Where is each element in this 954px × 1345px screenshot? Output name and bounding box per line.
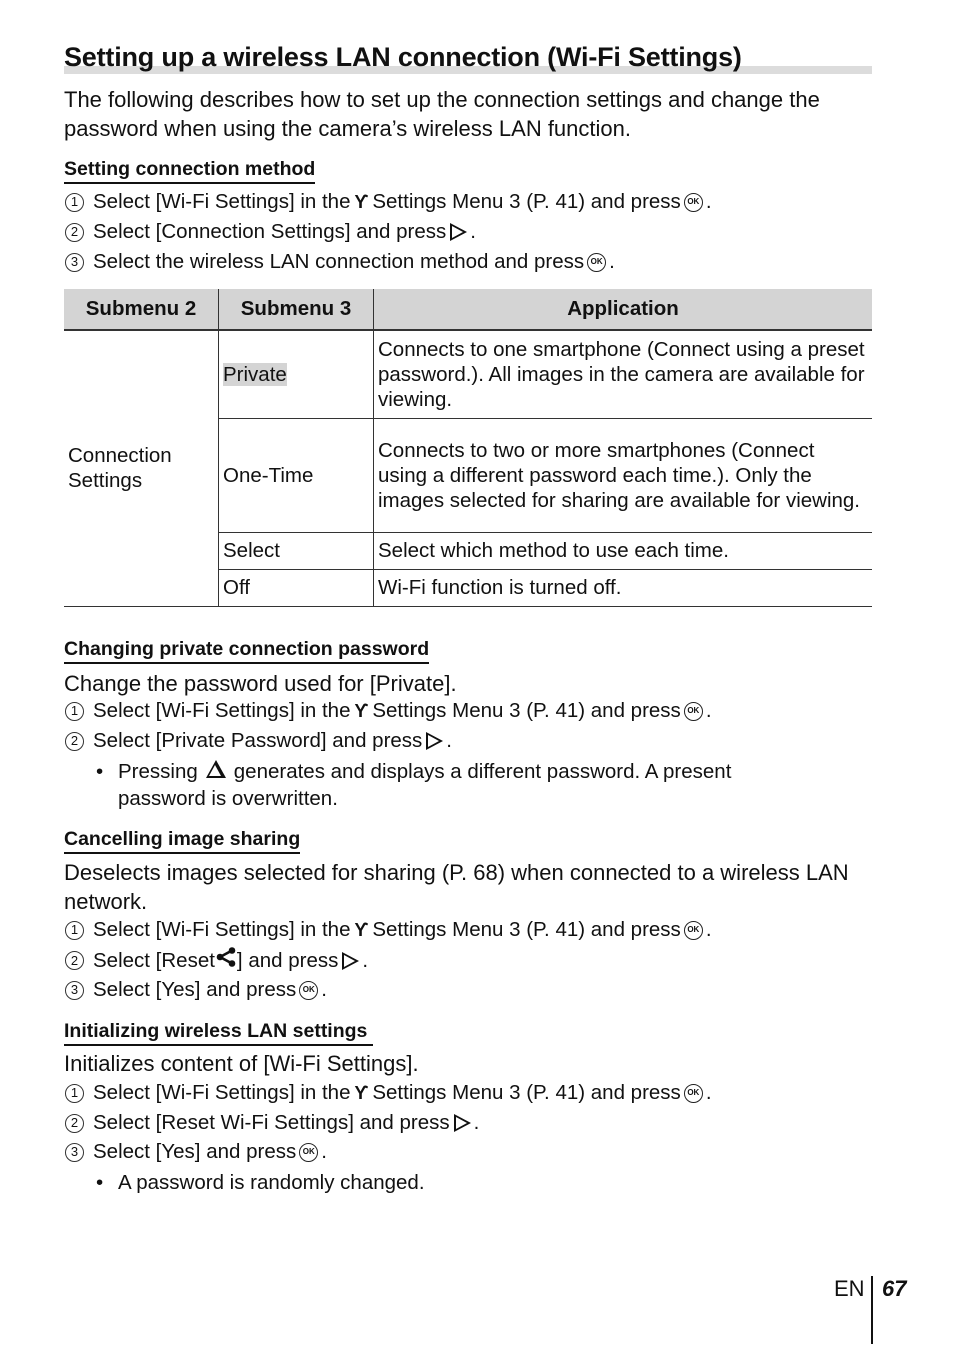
wrench-icon: ϒ xyxy=(354,192,369,212)
ok-button-icon: OK xyxy=(683,1083,703,1103)
step-item: 1 Select [Wi-Fi Settings] in the ϒ Setti… xyxy=(64,917,712,943)
page-number: 67 xyxy=(882,1276,907,1301)
footer-divider xyxy=(871,1276,873,1344)
step-number: 2 xyxy=(65,951,84,970)
column-header: Submenu 2 xyxy=(64,289,219,331)
section-heading-connection-method: Setting connection method xyxy=(64,157,316,184)
step-item: 2 Select [Reset Wi-Fi Settings] and pres… xyxy=(64,1110,479,1136)
table-row: Connection Settings Private Connects to … xyxy=(64,330,872,607)
ok-button-icon: OK xyxy=(299,980,319,1000)
ok-button-icon: OK xyxy=(683,701,703,721)
ok-button-icon: OK xyxy=(683,192,703,212)
application-cell: Select which method to use each time. xyxy=(373,532,872,570)
wrench-icon: ϒ xyxy=(354,920,369,940)
submenu3-cell: One-Time xyxy=(218,418,374,533)
step-number: 1 xyxy=(65,1083,84,1103)
step-item: 1 Select [Wi-Fi Settings] in the ϒ Setti… xyxy=(64,1080,712,1106)
step-number: 3 xyxy=(65,1142,84,1162)
table-header-row: Submenu 2 Submenu 3 Application xyxy=(64,289,872,331)
step-number: 1 xyxy=(65,701,84,721)
step-number: 1 xyxy=(65,192,84,212)
submenu3-cell: Select xyxy=(218,532,374,570)
column-header: Application xyxy=(373,289,872,331)
right-arrow-icon xyxy=(342,951,360,970)
submenu3-cell: Off xyxy=(218,569,374,607)
application-cell: Connects to one smartphone (Connect usin… xyxy=(373,330,872,419)
step-number: 3 xyxy=(65,252,84,272)
section-description: Change the password used for [Private]. xyxy=(64,671,457,696)
language-label: EN xyxy=(834,1276,865,1301)
ok-button-icon: OK xyxy=(299,1142,319,1162)
section-heading-private-password: Changing private connection password xyxy=(64,637,430,664)
section-heading-cancel-sharing: Cancelling image sharing xyxy=(64,827,301,854)
right-arrow-icon xyxy=(453,1114,471,1132)
application-cell: Connects to two or more smartphones (Con… xyxy=(373,418,872,533)
step-item: 1 Select [Wi-Fi Settings] in the ϒ Setti… xyxy=(64,698,712,724)
connection-settings-table: Submenu 2 Submenu 3 Application Connecti… xyxy=(64,289,872,607)
up-arrow-icon xyxy=(205,760,226,778)
wrench-icon: ϒ xyxy=(354,701,369,721)
highlighted-option: Private xyxy=(223,362,287,386)
section-description: Initializes content of [Wi-Fi Settings]. xyxy=(64,1051,419,1076)
section-heading-initialize: Initializing wireless LAN settings xyxy=(64,1019,374,1046)
page-title: Setting up a wireless LAN connection (Wi… xyxy=(64,42,742,72)
step-number: 2 xyxy=(65,731,84,751)
column-header: Submenu 3 xyxy=(218,289,374,331)
step-number: 3 xyxy=(65,980,84,1000)
step-item: 3 Select [Yes] and press OK . xyxy=(64,1139,327,1165)
application-cell: Wi-Fi function is turned off. xyxy=(373,569,872,607)
step-item: 3 Select the wireless LAN connection met… xyxy=(64,249,615,275)
share-icon xyxy=(216,947,236,974)
ok-button-icon: OK xyxy=(683,920,703,940)
submenu3-cell: Private xyxy=(218,330,374,419)
step-number: 2 xyxy=(65,1113,84,1133)
wrench-icon: ϒ xyxy=(354,1083,369,1103)
bullet-icon: • xyxy=(96,1171,104,1194)
bullet-note: • A password is randomly changed. xyxy=(96,1171,425,1194)
bullet-icon: • xyxy=(96,760,104,783)
page-title-block: Setting up a wireless LAN connection (Wi… xyxy=(64,42,872,78)
step-item: 2 Select [Connection Settings] and press… xyxy=(64,219,476,245)
step-number: 2 xyxy=(65,222,84,242)
step-item: 3 Select [Yes] and press OK . xyxy=(64,977,327,1003)
step-item: 2 Select [Private Password] and press . xyxy=(64,728,452,754)
step-item: 2 Select [Reset ] and press . xyxy=(64,947,368,974)
step-number: 1 xyxy=(65,920,84,940)
intro-paragraph: The following describes how to set up th… xyxy=(64,87,820,141)
bullet-note: • Pressing generates and displays a diffe… xyxy=(96,760,732,810)
right-arrow-icon xyxy=(450,223,468,241)
group-cell: Connection Settings xyxy=(64,330,219,607)
ok-button-icon: OK xyxy=(587,252,607,272)
section-description: Deselects images selected for sharing (P… xyxy=(64,860,849,914)
step-item: 1 Select [Wi-Fi Settings] in the ϒ Setti… xyxy=(64,189,712,215)
right-arrow-icon xyxy=(426,732,444,750)
